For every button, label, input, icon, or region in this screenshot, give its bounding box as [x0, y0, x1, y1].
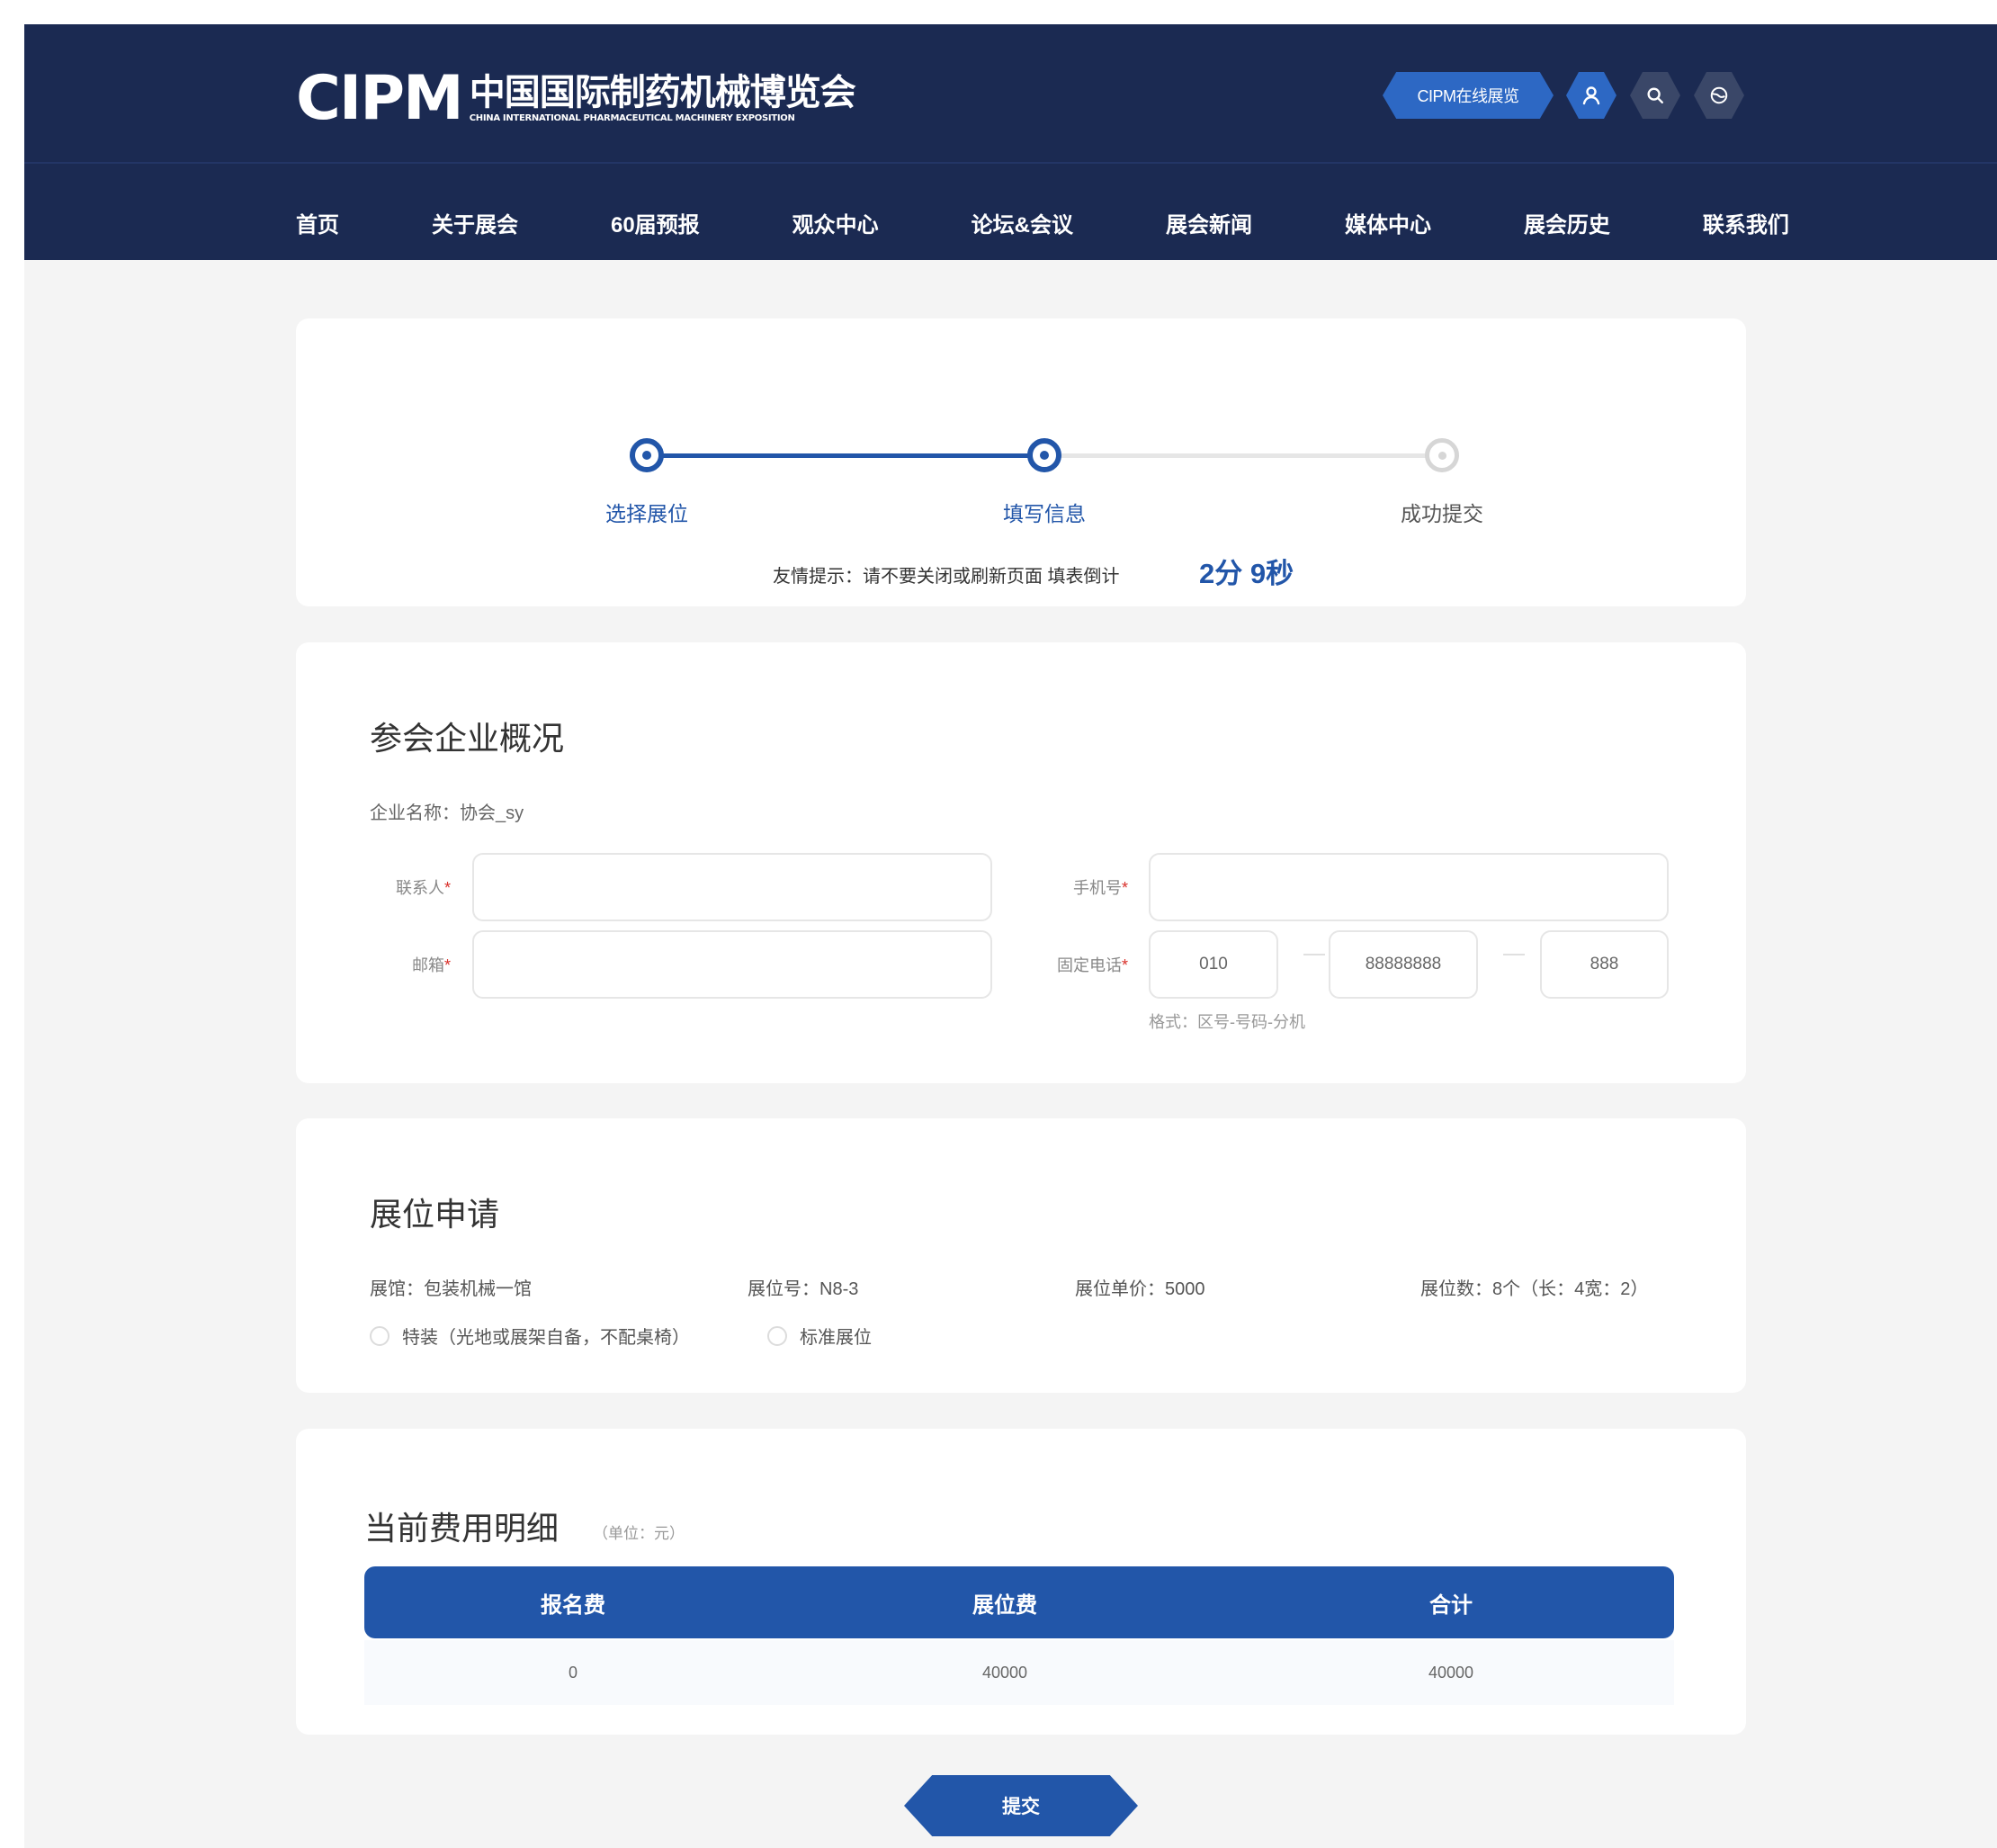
step-1-marker	[630, 438, 664, 472]
step-3-label: 成功提交	[1401, 502, 1483, 525]
step-3-marker	[1425, 438, 1459, 472]
mobile-label-text: 手机号	[1072, 879, 1122, 897]
language-button[interactable]	[1694, 72, 1744, 119]
progress-panel: 选择展位 填写信息 成功提交 友情提示：请不要关闭或刷新页面 填表倒计 2分 9…	[296, 318, 1746, 606]
logo-chinese-name: 中国国际制药机械博览会	[469, 72, 856, 113]
cipm-logo[interactable]: CIPM 中国国际制药机械博览会 CHINA INTERNATIONAL PHA…	[296, 63, 856, 134]
fee-table: 报名费 展位费 合计 0 40000 40000	[364, 1566, 1674, 1705]
required-mark: *	[443, 956, 451, 974]
header-divider	[24, 162, 1997, 164]
nav-preview[interactable]: 60届预报	[611, 207, 700, 238]
nav-contact[interactable]: 联系我们	[1703, 207, 1789, 238]
nav-visitor-center[interactable]: 观众中心	[793, 207, 879, 238]
required-mark: *	[1121, 956, 1128, 974]
fee-unit-note: （单位：元）	[593, 1525, 685, 1542]
nav-history[interactable]: 展会历史	[1524, 207, 1610, 238]
phone-area-code-input[interactable]	[1149, 930, 1278, 999]
booth-number: 展位号：N8-3	[748, 1279, 859, 1299]
standard-booth-option[interactable]: 标准展位	[767, 1323, 872, 1349]
email-input[interactable]	[472, 930, 992, 999]
required-mark: *	[1121, 879, 1128, 897]
mobile-label: 手机号*	[1027, 875, 1128, 899]
header-total: 合计	[1429, 1592, 1473, 1618]
step-connector-2	[1044, 453, 1442, 458]
logo-english-name: CHINA INTERNATIONAL PHARMACEUTICAL MACHI…	[469, 113, 795, 123]
contact-label: 联系人*	[350, 875, 451, 899]
standard-booth-label: 标准展位	[800, 1328, 872, 1348]
search-icon	[1647, 87, 1663, 103]
landline-label: 固定电话*	[1027, 953, 1128, 976]
company-name: 企业名称：协会_sy	[370, 803, 524, 823]
company-info-title: 参会企业概况	[370, 720, 565, 757]
step-2-marker	[1027, 438, 1061, 472]
phone-format-hint: 格式：区号-号码-分机	[1149, 1013, 1305, 1031]
booth-application-title: 展位申请	[370, 1196, 500, 1233]
fee-table-header: 报名费 展位费 合计	[364, 1566, 1674, 1638]
globe-icon	[1710, 86, 1728, 104]
logo-mark: CIPM	[296, 63, 464, 134]
standard-booth-radio[interactable]	[767, 1325, 787, 1346]
nav-forum[interactable]: 论坛&会议	[972, 207, 1073, 238]
page: CIPM 中国国际制药机械博览会 CHINA INTERNATIONAL PHA…	[24, 24, 1997, 1848]
registration-fee-value: 0	[568, 1663, 578, 1682]
special-booth-option[interactable]: 特装（光地或展架自备，不配桌椅）	[370, 1323, 690, 1349]
header-booth-fee: 展位费	[972, 1592, 1037, 1618]
booth-hall: 展馆：包装机械一馆	[370, 1279, 532, 1299]
online-exhibition-button[interactable]: CIPM在线展览	[1383, 72, 1554, 119]
total-value: 40000	[1428, 1663, 1474, 1682]
submit-button[interactable]: 提交	[904, 1775, 1138, 1836]
phone-extension-input[interactable]	[1540, 930, 1669, 999]
special-booth-label: 特装（光地或展架自备，不配桌椅）	[402, 1328, 690, 1348]
nav-about[interactable]: 关于展会	[432, 207, 518, 238]
special-booth-radio[interactable]	[370, 1325, 390, 1346]
mobile-input[interactable]	[1149, 853, 1669, 921]
booth-application-panel: 展位申请 展馆：包装机械一馆 展位号：N8-3 展位单价：5000 展位数：8个…	[296, 1118, 1746, 1393]
fee-details-panel: 当前费用明细 （单位：元） 报名费 展位费 合计 0 40000 40000	[296, 1429, 1746, 1735]
email-label-text: 邮箱	[411, 956, 444, 974]
step-2-label: 填写信息	[1003, 502, 1086, 525]
search-button[interactable]	[1630, 72, 1680, 119]
countdown-timer: 2分 9秒	[1199, 558, 1294, 589]
nav-home[interactable]: 首页	[296, 207, 339, 238]
step-1-label: 选择展位	[605, 502, 688, 525]
phone-separator-2	[1503, 954, 1525, 955]
company-info-panel: 参会企业概况 企业名称：协会_sy 联系人* 手机号* 邮箱* 固定电话* 格式…	[296, 642, 1746, 1083]
booth-unit-price: 展位单价：5000	[1075, 1279, 1205, 1299]
user-icon	[1582, 86, 1600, 105]
contact-input[interactable]	[472, 853, 992, 921]
friendly-tip: 友情提示：请不要关闭或刷新页面 填表倒计	[773, 567, 1120, 587]
phone-separator-1	[1303, 954, 1325, 955]
landline-label-text: 固定电话	[1056, 956, 1122, 974]
booth-fee-value: 40000	[981, 1663, 1028, 1682]
logo-text: 中国国际制药机械博览会 CHINA INTERNATIONAL PHARMACE…	[469, 72, 856, 125]
table-row: 0 40000 40000	[364, 1640, 1674, 1705]
email-label: 邮箱*	[350, 953, 451, 976]
header-registration-fee: 报名费	[541, 1592, 605, 1618]
phone-number-input[interactable]	[1329, 930, 1478, 999]
nav-media-center[interactable]: 媒体中心	[1345, 207, 1431, 238]
nav-news[interactable]: 展会新闻	[1166, 207, 1252, 238]
main-nav: 首页 关于展会 60届预报 观众中心 论坛&会议 展会新闻 媒体中心 展会历史 …	[296, 204, 1789, 240]
user-button[interactable]	[1566, 72, 1616, 119]
site-header: CIPM 中国国际制药机械博览会 CHINA INTERNATIONAL PHA…	[24, 24, 1997, 260]
contact-label-text: 联系人	[395, 879, 444, 897]
booth-count: 展位数：8个（长：4宽：2）	[1420, 1279, 1649, 1299]
required-mark: *	[443, 879, 451, 897]
step-connector-1	[647, 453, 1044, 458]
fee-details-title: 当前费用明细	[364, 1510, 560, 1547]
